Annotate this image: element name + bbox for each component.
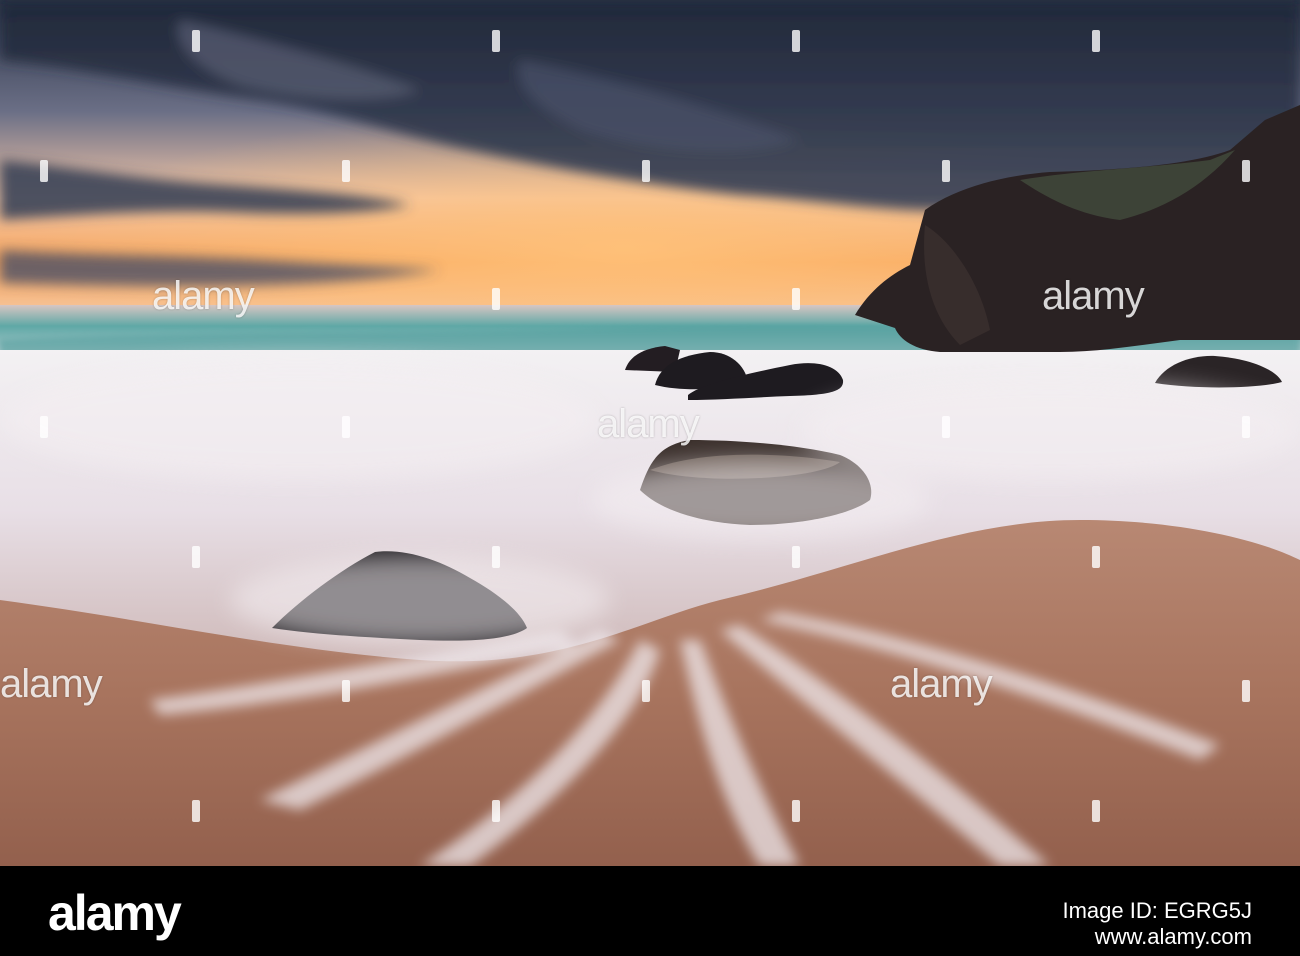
image-id-value: EGRG5J [1163,898,1252,923]
footer-bar: alamy Image ID: EGRG5J www.alamy.com [0,866,1300,956]
watermark-mark [1092,30,1100,52]
watermark-mark [492,288,500,310]
watermark-mark [1242,680,1250,702]
watermark: alamy [1042,274,1145,318]
watermark-mark [792,30,800,52]
watermark-mark [1092,800,1100,822]
watermark-mark [40,160,48,182]
image-id-line: Image ID: EGRG5J [1062,898,1252,924]
watermark-mark [492,800,500,822]
image-id-label: Image ID: [1062,898,1158,923]
watermark-mark [1242,416,1250,438]
watermark: alamy [890,662,993,706]
watermark-mark [40,416,48,438]
watermark-mark [942,160,950,182]
watermark-mark [342,416,350,438]
photograph: alamy alamy alamy alamy alamy [0,0,1300,866]
watermark-mark [792,800,800,822]
watermark: alamy [152,274,255,318]
watermark-mark [942,416,950,438]
watermark-mark [792,288,800,310]
watermark-mark [342,160,350,182]
watermark-mark [1242,160,1250,182]
watermark-mark [492,30,500,52]
watermark-mark [1092,546,1100,568]
watermark-mark [792,546,800,568]
watermark-mark [192,30,200,52]
watermark: alamy [597,402,700,446]
watermark-mark [192,800,200,822]
watermark-mark [342,680,350,702]
watermark-mark [642,160,650,182]
watermark-mark [642,680,650,702]
site-url: www.alamy.com [1094,924,1252,949]
alamy-logo: alamy [48,885,182,941]
watermark-mark [192,546,200,568]
watermark-mark [492,546,500,568]
watermark: alamy [0,662,103,706]
